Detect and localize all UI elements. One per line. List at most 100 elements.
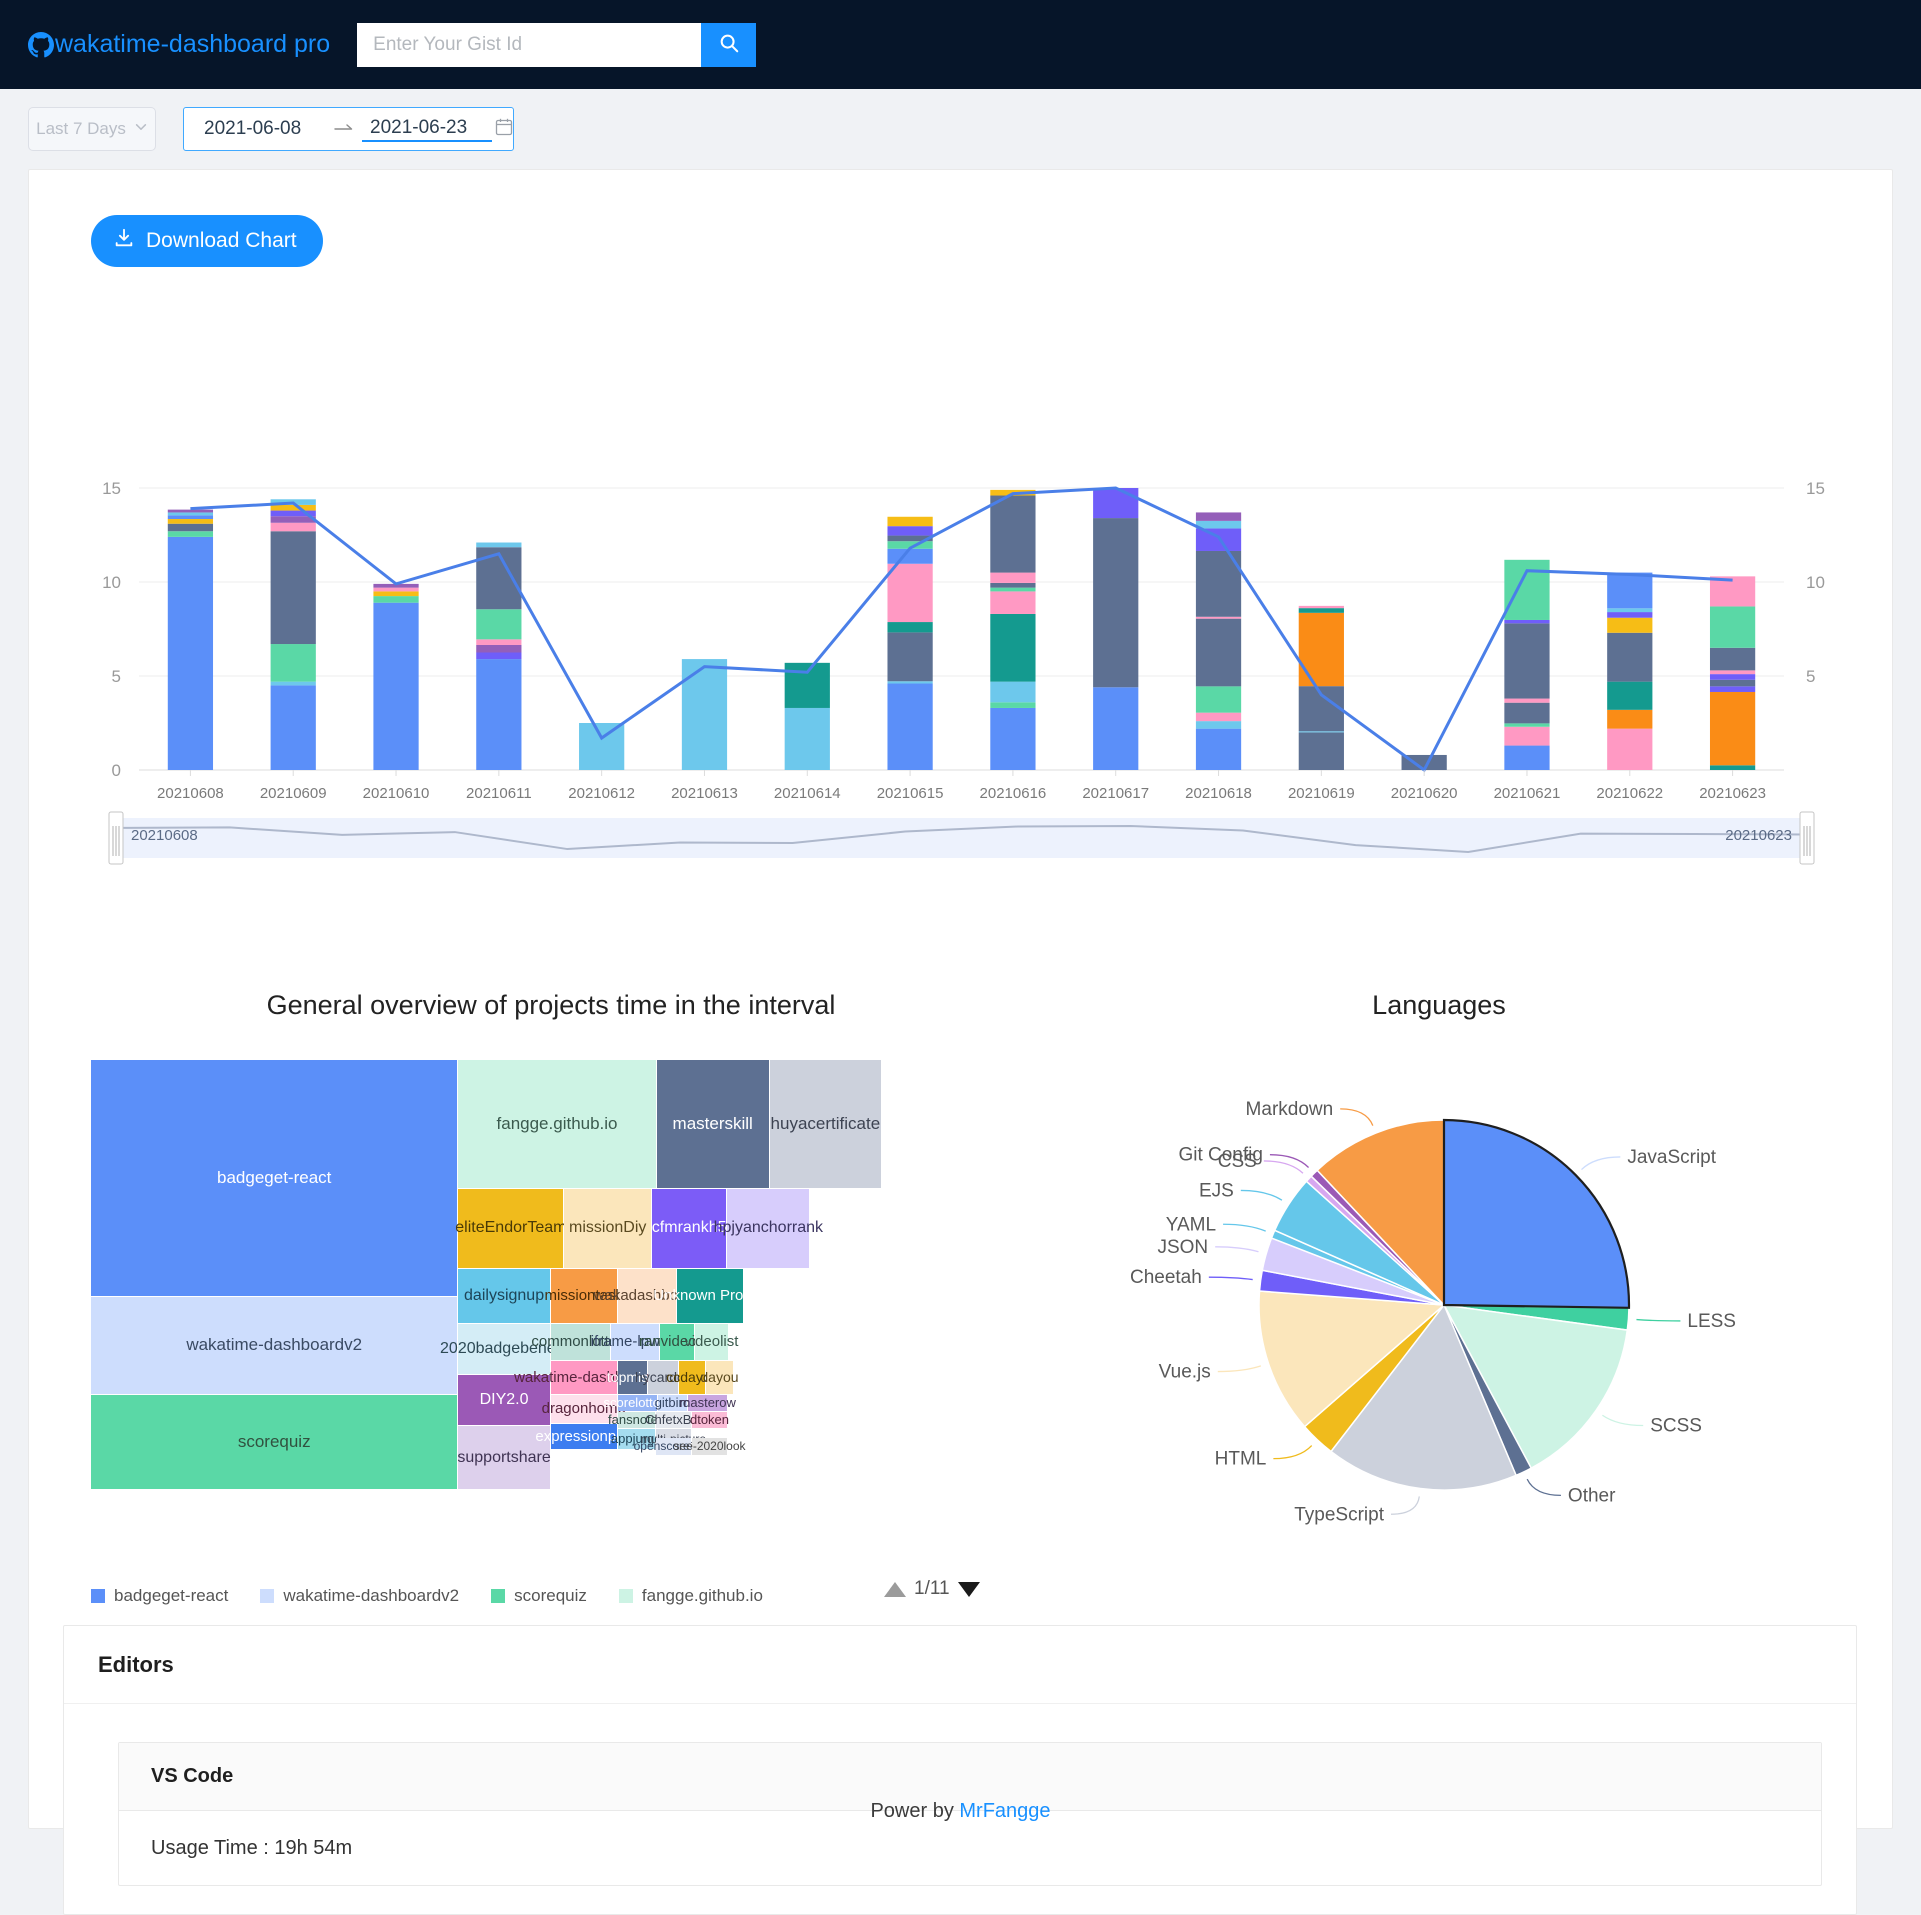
footer-author-link[interactable]: MrFangge — [959, 1800, 1050, 1822]
treemap-cell[interactable]: missionDiy — [564, 1189, 652, 1268]
date-end-input[interactable] — [362, 116, 492, 142]
treemap-cell-label: cfmrankh5 — [651, 1219, 727, 1237]
svg-text:20210608: 20210608 — [157, 785, 224, 802]
pie-slice-selected — [1442, 1118, 1631, 1309]
treemap-cell[interactable]: 2020badgebenefit — [440, 1324, 568, 1374]
dashboard-card: Download Chart 0 5 10 15 5 10 15 20210608 202106… — [28, 169, 1893, 1915]
treemap-cell[interactable]: iframe-lpwzry — [591, 1324, 680, 1360]
footer-text: Power by — [870, 1800, 960, 1822]
brand-label: wakatime-dashboard pro — [55, 30, 331, 58]
treemap-cell[interactable]: appjurge — [611, 1428, 662, 1449]
treemap-legend: badgeget-react wakatime-dashboardv2 scoreq… — [91, 1582, 996, 1610]
footer: Power by MrFangge — [0, 1800, 1921, 1823]
treemap-cell-label: hpjyanchorrank — [713, 1219, 824, 1237]
pie-slice-label: EJS — [1199, 1180, 1234, 1201]
treemap-cell[interactable]: DIY2.0 — [458, 1374, 550, 1426]
svg-text:15: 15 — [1806, 479, 1825, 498]
triangle-down-icon[interactable] — [957, 1581, 980, 1597]
treemap-cell[interactable]: gitbird — [655, 1394, 690, 1411]
treemap-cell[interactable]: expressionpay — [535, 1423, 632, 1449]
treemap-cell[interactable]: scorequiz — [91, 1394, 458, 1489]
pie-slice-label: Vue.js — [1159, 1362, 1211, 1383]
treemap-cell[interactable]: missiontask — [545, 1268, 623, 1323]
treemap-cell[interactable]: ChfetxBin — [645, 1411, 702, 1428]
pie-slice-label: YAML — [1166, 1214, 1216, 1235]
editors-title: Editors — [64, 1626, 1856, 1704]
daily-coding-time-chart[interactable]: 0 5 10 15 5 10 15 20210608 20210609 20210610 20210… — [29, 470, 1891, 870]
treemap-cell[interactable]: cfmrankh5 — [651, 1189, 727, 1268]
svg-text:10: 10 — [102, 573, 121, 592]
treemap-cell[interactable]: openscore-test — [634, 1438, 713, 1455]
treemap-cell[interactable]: dtoken — [690, 1411, 729, 1428]
svg-text:20210623: 20210623 — [1725, 827, 1792, 844]
svg-text:20210623: 20210623 — [1699, 785, 1766, 802]
svg-text:20210621: 20210621 — [1494, 785, 1561, 802]
range-preset-label: Last 7 Days — [36, 119, 126, 138]
treemap-cell[interactable]: supportshare — [457, 1426, 551, 1489]
search-icon — [718, 32, 740, 57]
date-range-picker[interactable] — [183, 107, 514, 151]
treemap-cell[interactable]: huyacertificate — [769, 1060, 881, 1188]
treemap-cell[interactable]: videolist — [684, 1324, 738, 1360]
treemap-cell[interactable]: dailysignup — [458, 1268, 550, 1323]
svg-text:20210608: 20210608 — [131, 827, 198, 844]
treemap-legend-item[interactable]: fangge.github.io — [618, 1586, 763, 1606]
projects-treemap[interactable]: badgeget-react wakatime-dashboardv2 scoreq… — [91, 1060, 996, 1490]
treemap-legend-item[interactable]: wakatime-dashboardv2 — [260, 1586, 459, 1606]
search-input[interactable] — [357, 22, 702, 67]
date-start-input[interactable] — [196, 117, 326, 141]
treemap-cell-label: fangge.github.io — [496, 1114, 618, 1133]
treemap-cell[interactable]: masterskill — [656, 1060, 769, 1188]
svg-text:0: 0 — [112, 761, 121, 780]
svg-text:5: 5 — [1806, 667, 1815, 686]
download-chart-button[interactable]: Download Chart — [91, 215, 323, 267]
treemap-cell-label: 2020badgebenefit — [440, 1339, 569, 1357]
treemap-cell[interactable]: scorelottery — [604, 1394, 671, 1411]
treemap-cell-label: scorequiz — [237, 1431, 311, 1451]
treemap-cell-label: dragonhome — [541, 1400, 626, 1418]
treemap-cell[interactable]: commonlottery — [531, 1324, 630, 1360]
range-preset-select[interactable]: Last 7 Days — [28, 107, 156, 151]
treemap-cell-label: huyacertificate — [770, 1114, 881, 1133]
treemap-cell-label: supportshare — [457, 1448, 551, 1466]
treemap-cell[interactable]: fansnotes — [608, 1411, 664, 1428]
treemap-cell[interactable]: hpjyanchorrank — [714, 1189, 823, 1268]
legend-swatch — [618, 1589, 633, 1603]
treemap-cell[interactable]: see-2020look — [673, 1438, 746, 1455]
treemap-legend-item[interactable]: scorequiz — [491, 1586, 587, 1606]
treemap-pager[interactable]: 1/11 — [884, 1578, 980, 1600]
treemap-cell[interactable]: eliteEndorTeam — [455, 1189, 566, 1268]
treemap-cell[interactable]: badgeget-react — [91, 1060, 458, 1297]
treemap-cell[interactable]: ranvideolist — [639, 1324, 715, 1360]
treemap-cell[interactable]: fangge.github.io — [458, 1060, 656, 1188]
treemap-cell[interactable]: ccdayou — [666, 1360, 718, 1394]
treemap-cell[interactable]: wakatime-dashboard — [514, 1360, 653, 1394]
treemap-cell[interactable]: wakadashboard — [594, 1268, 700, 1323]
treemap-cell-label: dayou — [700, 1369, 739, 1386]
pie-slice-label: TypeScript — [1294, 1504, 1384, 1525]
treemap-cell-label: missionDiy — [569, 1219, 647, 1237]
treemap-legend-item[interactable]: badgeget-react — [91, 1586, 228, 1606]
brand[interactable]: wakatime-dashboard pro — [28, 30, 330, 59]
treemap-cell-label: missiontask — [544, 1287, 623, 1305]
treemap-cell-label: masterskill — [672, 1114, 753, 1133]
pie-slice-label: JSON — [1157, 1237, 1208, 1258]
treemap-cell[interactable]: topmissi — [607, 1360, 658, 1394]
treemap-cell[interactable]: dragonhome — [542, 1394, 626, 1423]
treemap-cell[interactable]: Unknown Project — [653, 1268, 767, 1323]
treemap-cell[interactable]: masterow — [680, 1394, 736, 1411]
svg-text:20210622: 20210622 — [1596, 785, 1663, 802]
svg-text:20210611: 20210611 — [466, 785, 532, 802]
languages-pie-svg: JavaScript LESS SCSS Other TypeScript HTML Vue… — [1130, 1099, 1736, 1525]
pie-slice-label: SCSS — [1650, 1416, 1702, 1437]
svg-text:20210613: 20210613 — [671, 785, 738, 802]
pie-slice-label: JavaScript — [1627, 1147, 1716, 1168]
triangle-up-icon[interactable] — [884, 1581, 906, 1597]
treemap-cell[interactable]: hycardcd — [635, 1360, 692, 1394]
svg-text:20210612: 20210612 — [568, 785, 635, 802]
treemap-cell[interactable]: wakatime-dashboardv2 — [91, 1297, 458, 1394]
treemap-cell[interactable]: dayou — [700, 1360, 739, 1394]
languages-pie[interactable]: JavaScript LESS SCSS Other TypeScript HTML Vue… — [1014, 1060, 1874, 1590]
editors-section: Editors VS Code Usage Time : 19h 54m — [63, 1625, 1857, 1915]
search-button[interactable] — [701, 22, 757, 67]
